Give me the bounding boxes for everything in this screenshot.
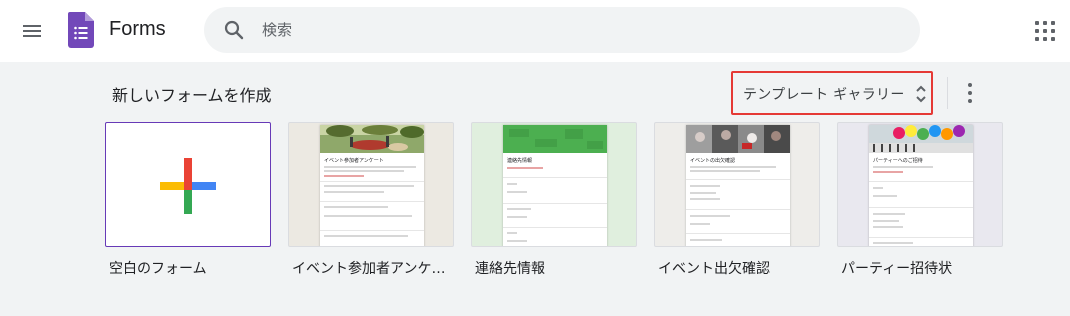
- park-photo-image: [320, 125, 424, 153]
- template-preview-title: イベント参加者アンケート: [324, 158, 384, 164]
- search-icon[interactable]: [222, 18, 246, 42]
- template-card-event-feedback[interactable]: イベント参加者アンケート: [288, 122, 454, 247]
- search-bar[interactable]: [204, 7, 920, 53]
- template-preview: イベントの出欠確認: [686, 125, 790, 246]
- template-card-party-invite[interactable]: パーティーへのご招待: [837, 122, 1003, 247]
- top-bar: Forms: [0, 0, 1070, 62]
- more-vert-icon[interactable]: [960, 80, 980, 106]
- template-gallery-button[interactable]: テンプレート ギャラリー: [731, 71, 933, 115]
- unfold-icon: [916, 85, 926, 103]
- template-preview-title: パーティーへのご招待: [873, 158, 923, 164]
- template-preview: 連絡先情報: [503, 125, 607, 246]
- template-label-contact-info[interactable]: 連絡先情報: [475, 258, 545, 278]
- template-preview: イベント参加者アンケート: [320, 125, 424, 246]
- template-preview-title: 連絡先情報: [507, 158, 533, 164]
- template-preview-title: イベントの出欠確認: [690, 158, 736, 164]
- template-card-blank[interactable]: [105, 122, 271, 247]
- plus-icon: [160, 158, 216, 214]
- main-menu-button[interactable]: [18, 17, 46, 45]
- crowd-photo-image: [686, 125, 790, 153]
- template-label-rsvp[interactable]: イベント出欠確認: [658, 258, 770, 278]
- hamburger-menu-icon: [23, 25, 41, 27]
- apps-grid-icon[interactable]: [1033, 19, 1057, 43]
- template-card-rsvp[interactable]: イベントの出欠確認: [654, 122, 820, 247]
- green-header-image: [503, 125, 607, 153]
- template-preview: パーティーへのご招待: [869, 125, 973, 246]
- search-input[interactable]: [262, 15, 862, 45]
- template-label-party-invite[interactable]: パーティー招待状: [841, 258, 952, 278]
- forms-logo-icon[interactable]: [68, 12, 94, 48]
- app-title[interactable]: Forms: [109, 18, 166, 41]
- toolbar-divider: [947, 77, 948, 109]
- section-title: 新しいフォームを作成: [112, 86, 272, 105]
- template-card-contact-info[interactable]: 連絡先情報: [471, 122, 637, 247]
- template-label-blank[interactable]: 空白のフォーム: [109, 258, 207, 278]
- template-gallery-label: テンプレート ギャラリー: [743, 87, 905, 103]
- template-label-event-feedback[interactable]: イベント参加者アンケ…: [292, 258, 445, 278]
- balloons-photo-image: [869, 125, 973, 153]
